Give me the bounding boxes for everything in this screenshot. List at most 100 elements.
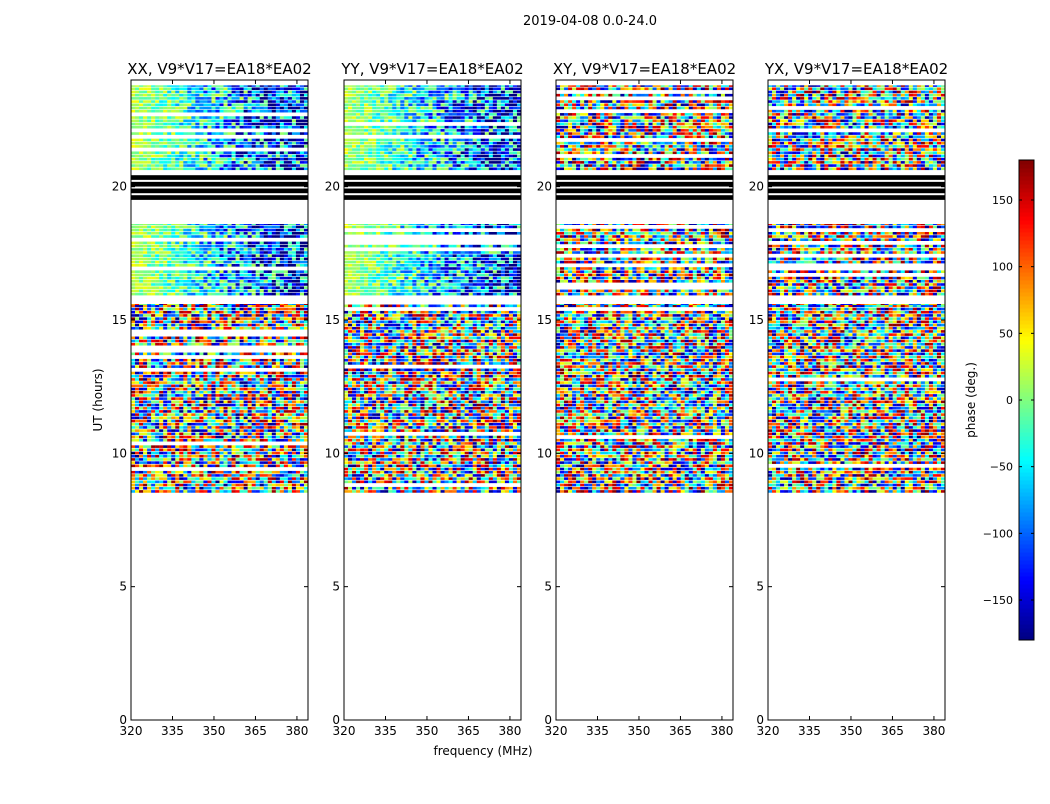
heat-cell <box>280 321 284 324</box>
heat-cell <box>412 439 416 442</box>
heat-cell <box>195 413 199 416</box>
heat-cell <box>199 119 203 122</box>
heat-cell <box>276 474 280 477</box>
heat-cell <box>292 123 296 126</box>
heat-cell <box>232 277 236 280</box>
heat-cell <box>276 365 280 368</box>
heat-cell <box>505 455 509 458</box>
heat-cell <box>272 324 276 327</box>
heat-cell <box>388 461 392 464</box>
heat-cell <box>224 161 228 164</box>
heat-cell <box>147 132 151 135</box>
heat-cell <box>268 126 272 129</box>
heat-cell <box>240 327 244 330</box>
heat-cell <box>264 372 268 375</box>
heat-cell <box>171 283 175 286</box>
heat-cell <box>167 123 171 126</box>
heat-cell <box>264 353 268 356</box>
heat-cell <box>272 340 276 343</box>
heat-cell <box>191 436 195 439</box>
heat-cell <box>228 327 232 330</box>
heat-cell <box>288 365 292 368</box>
heat-cell <box>284 232 288 235</box>
heat-cell <box>179 264 183 267</box>
heat-cell <box>224 375 228 378</box>
heat-cell <box>376 468 380 471</box>
heat-cell <box>175 353 179 356</box>
heat-cell <box>151 304 155 305</box>
heat-cell <box>236 151 240 154</box>
heat-cell <box>151 465 155 468</box>
heat-cell <box>232 251 236 254</box>
heat-cell <box>159 286 163 289</box>
heat-cell <box>224 385 228 388</box>
heat-cell <box>143 445 147 448</box>
heat-cell <box>260 126 264 129</box>
heat-cell <box>143 426 147 429</box>
heat-cell <box>215 433 219 436</box>
heat-cell <box>228 458 232 461</box>
heat-cell <box>296 254 300 257</box>
heat-cell <box>147 343 151 346</box>
heat-cell <box>449 477 453 480</box>
heat-cell <box>392 458 396 461</box>
heat-cell <box>449 452 453 455</box>
heat-cell <box>139 413 143 416</box>
heat-cell <box>215 232 219 235</box>
heat-cell <box>155 410 159 413</box>
heat-cell <box>481 442 485 445</box>
heat-cell <box>163 155 167 158</box>
heat-cell <box>485 487 489 490</box>
heat-cell <box>280 461 284 464</box>
heat-cell <box>509 452 513 455</box>
heat-cell <box>244 397 248 400</box>
heat-cell <box>300 270 304 273</box>
heat-cell <box>284 436 288 439</box>
heat-cell <box>453 458 457 461</box>
heat-cell <box>264 161 268 164</box>
heat-cell <box>236 340 240 343</box>
heat-cell <box>296 103 300 106</box>
heat-cell <box>228 471 232 474</box>
heat-cell <box>260 397 264 400</box>
heat-cell <box>163 388 167 391</box>
heat-cell <box>203 258 207 261</box>
heat-cell <box>292 481 296 484</box>
heat-cell <box>296 388 300 391</box>
heat-cell <box>481 465 485 468</box>
heat-cell <box>224 397 228 400</box>
heat-cell <box>147 340 151 343</box>
heat-cell <box>428 442 432 445</box>
heat-cell <box>260 471 264 474</box>
heat-cell <box>264 490 268 493</box>
heat-cell <box>183 224 187 225</box>
heat-cell <box>203 362 207 365</box>
heat-cell <box>256 458 260 461</box>
heat-cell <box>288 340 292 343</box>
heat-cell <box>276 423 280 426</box>
heat-cell <box>228 119 232 122</box>
heat-cell <box>191 327 195 330</box>
heat-cell <box>220 116 224 119</box>
heat-cell <box>175 311 179 314</box>
heat-cell <box>232 235 236 238</box>
heat-cell <box>288 139 292 142</box>
heat-cell <box>207 436 211 439</box>
heat-cell <box>268 375 272 378</box>
heat-cell <box>143 232 147 235</box>
heat-cell <box>344 477 348 480</box>
heat-cell <box>392 477 396 480</box>
heat-cell <box>207 397 211 400</box>
heat-cell <box>187 139 191 142</box>
heat-cell <box>248 484 252 487</box>
heat-cell <box>187 110 191 113</box>
heat-cell <box>179 481 183 484</box>
heat-cell <box>272 353 276 356</box>
heat-cell <box>163 242 167 245</box>
heat-cell <box>195 283 199 286</box>
heat-cell <box>151 274 155 277</box>
heat-cell <box>143 321 147 324</box>
heat-cell <box>457 439 461 442</box>
heat-cell <box>232 314 236 317</box>
heat-cell <box>268 119 272 122</box>
